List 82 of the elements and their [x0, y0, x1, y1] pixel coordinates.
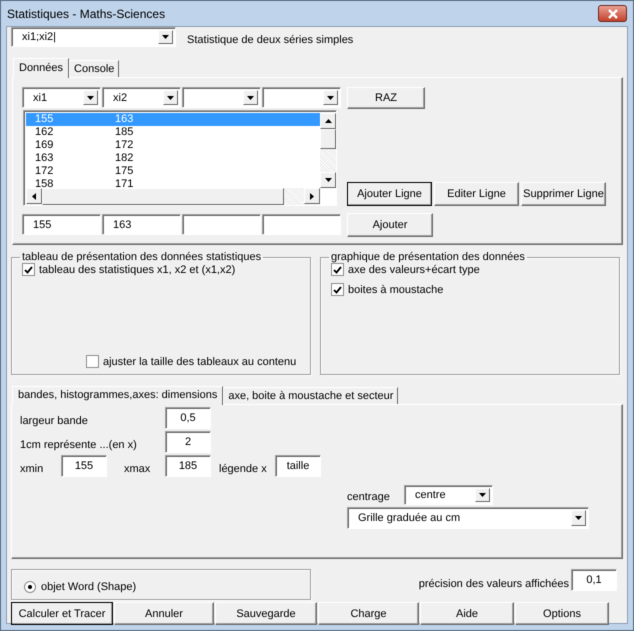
value-input[interactable]: 155 [22, 214, 101, 235]
grid-dropdown[interactable]: Grille graduée au cm [347, 507, 589, 529]
value-input[interactable] [182, 214, 261, 235]
horizontal-scrollbar[interactable] [26, 188, 320, 205]
list-row[interactable]: 163 182 [26, 152, 320, 165]
close-icon [606, 8, 618, 18]
close-button[interactable] [598, 5, 627, 22]
add-button[interactable]: Ajouter [347, 213, 433, 237]
scroll-thumb[interactable] [320, 129, 336, 149]
caret-icon [162, 35, 169, 39]
action-button[interactable]: Sauvegarde [215, 602, 317, 625]
dropdown-button[interactable] [163, 90, 178, 105]
radio-label: objet Word (Shape) [41, 580, 136, 592]
value-input[interactable] [262, 214, 341, 235]
centering-dropdown[interactable]: centre [404, 485, 493, 505]
caret-icon [167, 96, 174, 100]
down-arrow-icon [324, 178, 332, 182]
action-button[interactable]: Charge [318, 602, 419, 625]
checkbox[interactable] [22, 263, 35, 276]
list-row[interactable]: 169 172 [26, 139, 320, 152]
tab[interactable]: bandes, histogrammes,axes: dimensions [12, 386, 224, 405]
window-title: Statistiques - Maths-Sciences [7, 6, 166, 20]
dropdown-button[interactable] [83, 90, 98, 105]
field-label: centrage [347, 491, 391, 503]
checkbox[interactable] [331, 283, 344, 296]
checkbox-label: ajuster la taille des tableaux au contenu [103, 356, 296, 368]
mode-dropdown[interactable]: xi1;xi2| [11, 27, 176, 47]
dropdown-button[interactable] [158, 30, 173, 44]
scroll-thumb[interactable] [42, 188, 284, 205]
field-label: précision des valeurs affichées [418, 578, 569, 590]
mode-label: Statistique de deux séries simples [187, 34, 354, 46]
tab[interactable]: Console [69, 60, 120, 77]
xmax-input[interactable]: 185 [165, 455, 211, 477]
action-button[interactable]: Calculer et Tracer [11, 602, 113, 625]
list-row[interactable]: 162 185 [26, 126, 320, 139]
field-label: légende x [219, 463, 268, 475]
checkbox-label: axe des valeurs+écart type [348, 264, 480, 276]
row-action-button[interactable]: Supprimer Ligne [521, 182, 606, 206]
row-action-button[interactable]: Ajouter Ligne [347, 182, 432, 206]
value-input[interactable]: 163 [102, 214, 181, 235]
dropdown-button[interactable] [323, 90, 338, 105]
group-title: tableau de présentation des données statistiques [21, 251, 262, 263]
checkbox[interactable] [86, 355, 99, 368]
band-width-input[interactable]: 0,5 [165, 407, 211, 429]
checkbox[interactable] [331, 263, 344, 276]
vertical-scrollbar[interactable] [320, 113, 336, 188]
field-label: 1cm représente ...(en x) [20, 439, 138, 451]
dropdown-button[interactable] [475, 488, 490, 502]
column-dropdown[interactable]: xi2 [102, 87, 181, 108]
reset-button[interactable]: RAZ [347, 87, 425, 109]
field-label: xmin [20, 463, 44, 475]
precision-input[interactable]: 0,1 [571, 569, 617, 591]
caret-icon [479, 493, 486, 497]
column-dropdown[interactable]: xi1 [22, 87, 101, 108]
checkbox-label: boites à moustache [348, 284, 444, 296]
left-arrow-icon [32, 192, 36, 200]
dropdown-button[interactable] [571, 510, 586, 526]
caret-icon [247, 96, 254, 100]
action-button[interactable]: Annuler [114, 602, 214, 625]
up-arrow-icon [324, 119, 332, 123]
column-dropdown[interactable] [262, 87, 341, 108]
legend-input[interactable]: taille [275, 455, 321, 477]
field-label: largeur bande [20, 415, 89, 427]
radio-button[interactable] [24, 580, 36, 592]
row-action-button[interactable]: Editer Ligne [434, 182, 519, 206]
scale-input[interactable]: 2 [165, 431, 211, 453]
tab[interactable]: axe, boite à moustache et secteur [223, 387, 398, 404]
action-button[interactable]: Options [515, 602, 609, 625]
xmin-input[interactable]: 155 [61, 455, 107, 477]
right-arrow-icon [310, 192, 314, 200]
dropdown-button[interactable] [243, 90, 258, 105]
group-title: graphique de présentation des données [330, 251, 526, 263]
caret-icon [87, 96, 94, 100]
caret-icon [575, 516, 582, 520]
list-row[interactable]: 172 175 [26, 165, 320, 178]
caret-icon [327, 96, 334, 100]
checkbox-label: tableau des statistiques x1, x2 et (x1,x2) [39, 264, 236, 276]
tab[interactable]: Données [13, 58, 70, 78]
column-dropdown[interactable] [182, 87, 261, 108]
field-label: xmax [124, 463, 152, 475]
list-row[interactable]: 158 171 [26, 178, 320, 188]
action-button[interactable]: Aide [420, 602, 514, 625]
